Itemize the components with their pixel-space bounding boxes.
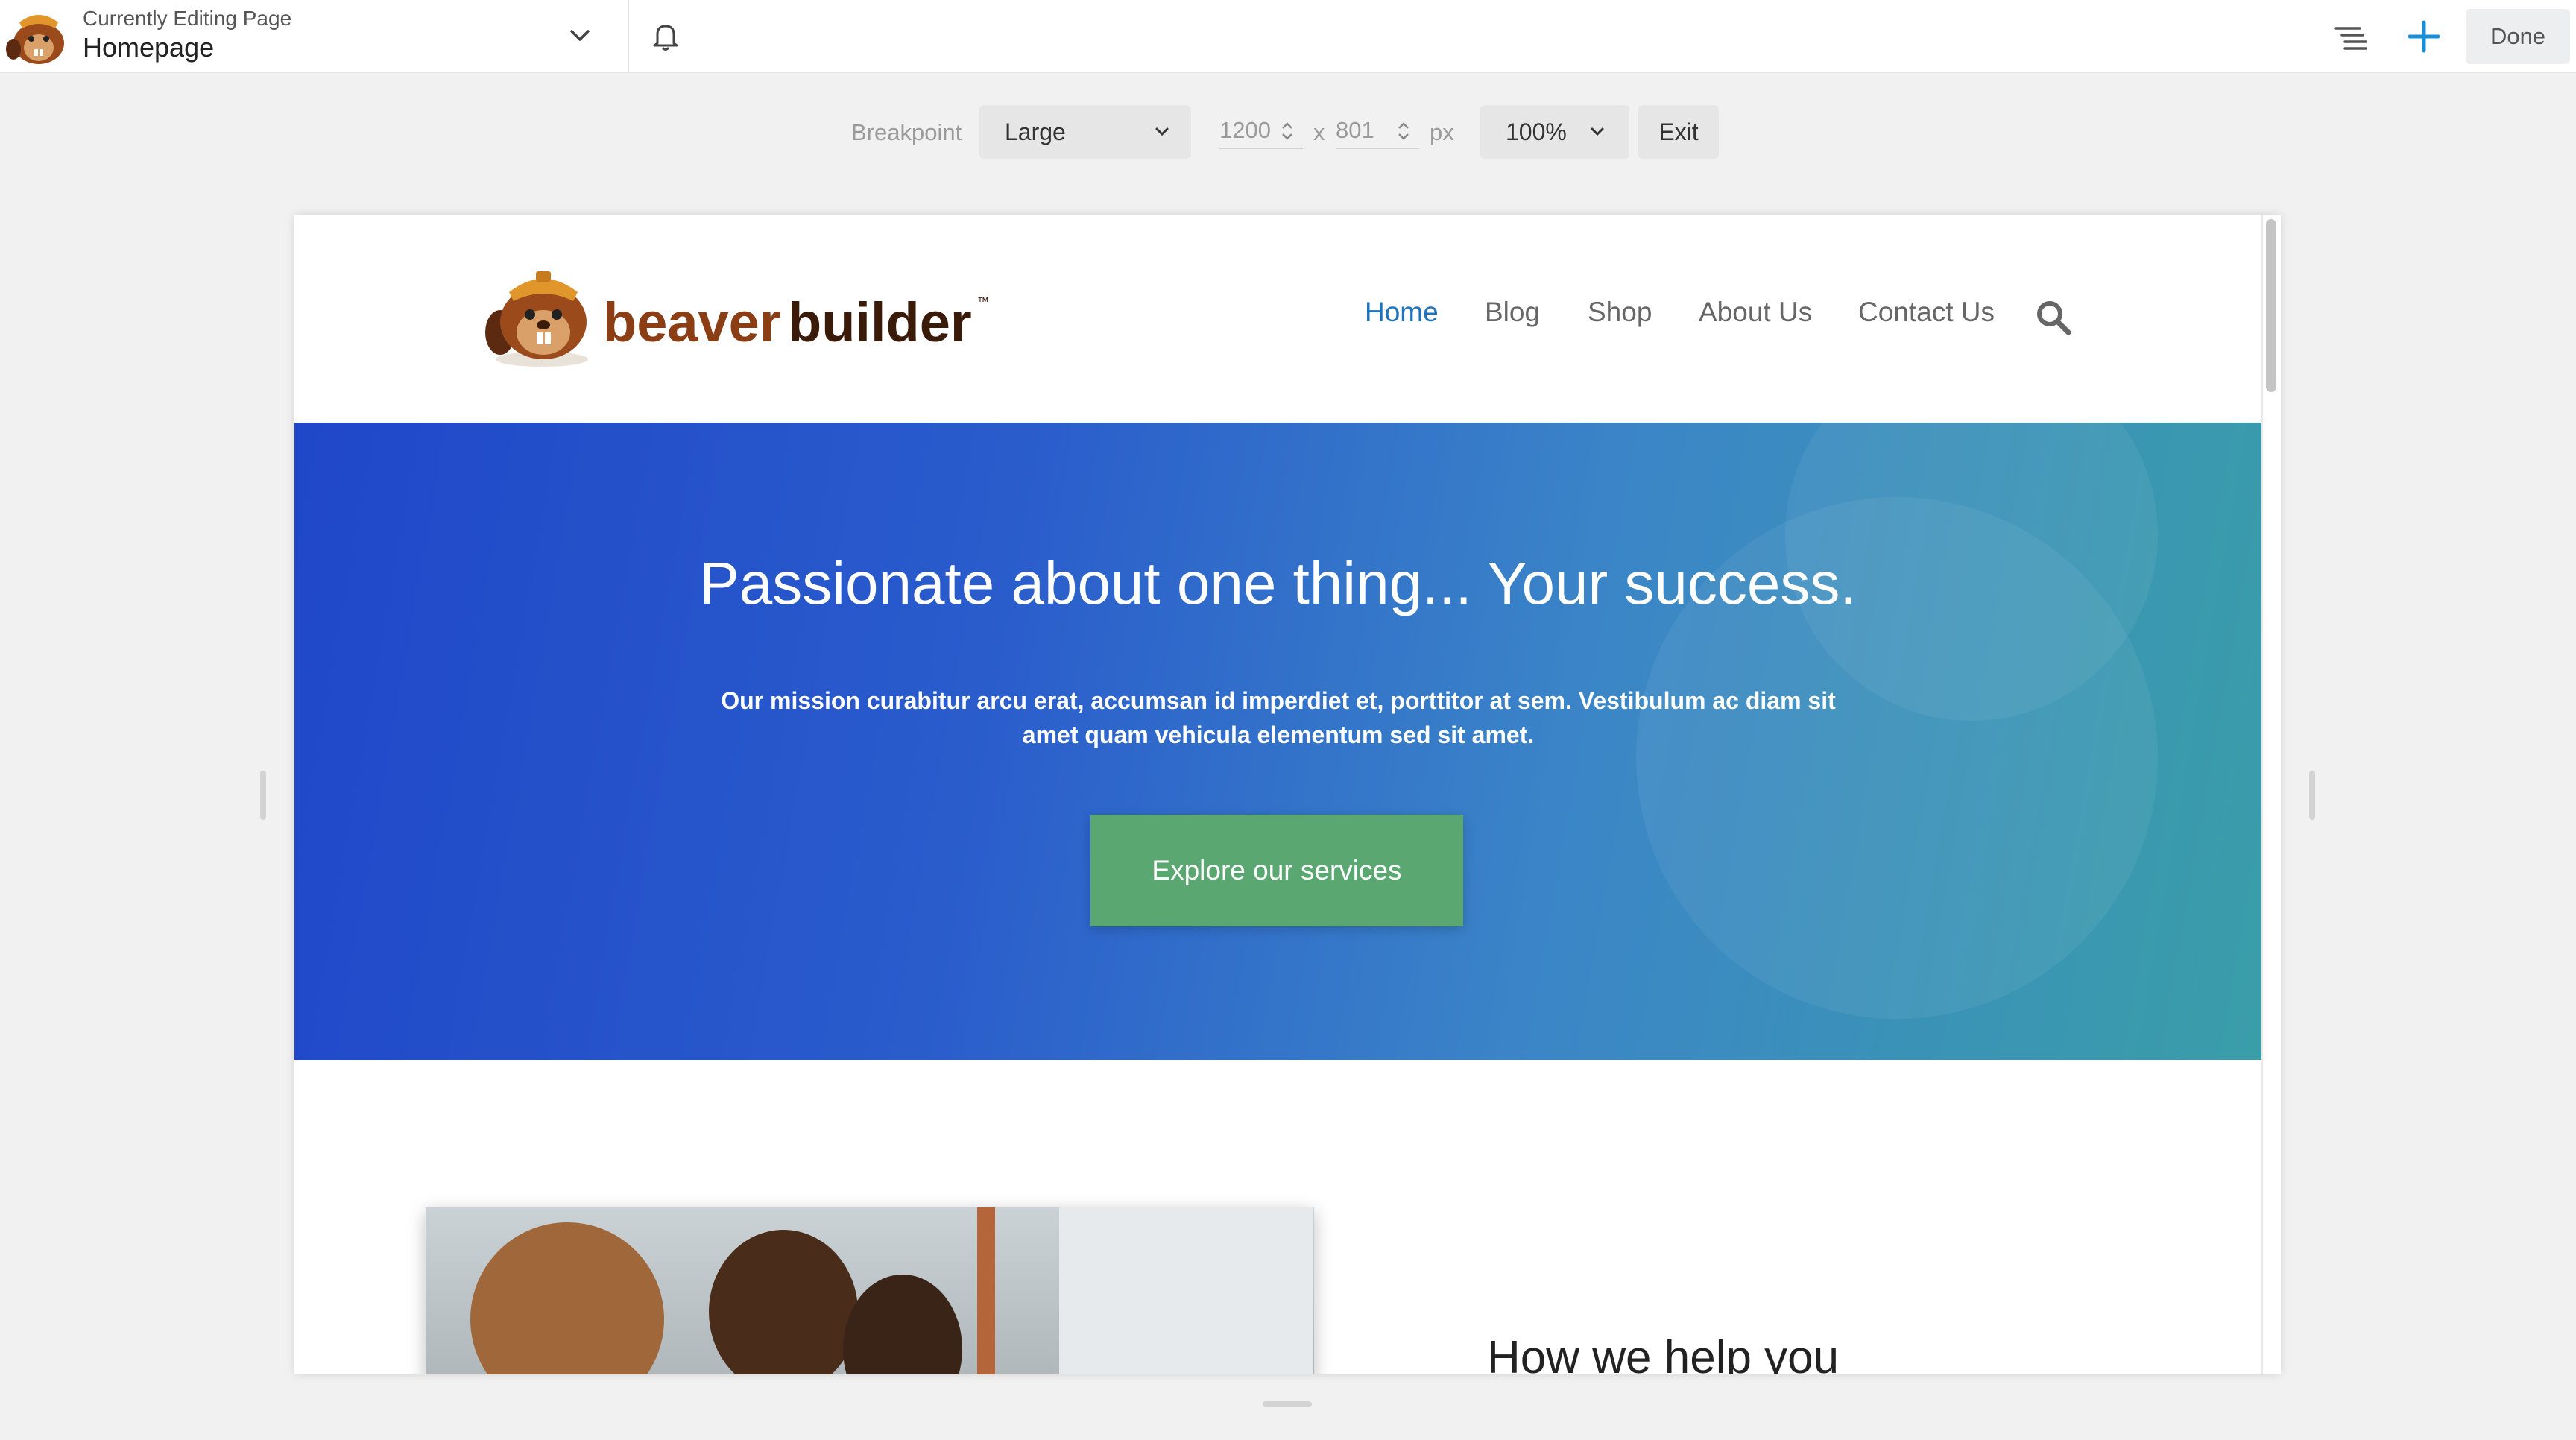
nav-contact-us[interactable]: Contact Us [1858,297,1995,328]
logo-text-builder: builder [788,291,972,353]
divider [628,0,629,72]
resize-handle-left[interactable] [260,771,266,820]
chevron-down-icon[interactable] [566,22,593,49]
width-input[interactable]: 1200 [1219,113,1303,149]
photo-figure [709,1230,858,1374]
photo-figure [470,1222,664,1374]
photo-figure [843,1275,962,1374]
height-input[interactable]: 801 [1336,113,1419,149]
nav-home[interactable]: Home [1365,297,1439,328]
beaver-logo-icon[interactable] [4,6,72,67]
site-logo[interactable]: beaver builder ™ [481,261,1003,371]
resize-handle-bottom[interactable] [1263,1401,1312,1407]
team-photo [426,1207,1314,1374]
hero-section: Passionate about one thing... Your succe… [294,423,2261,1060]
unit-label: px [1430,119,1454,145]
explore-services-button[interactable]: Explore our services [1090,815,1463,926]
chevron-down-icon [1155,127,1169,136]
page-preview-canvas[interactable]: beaver builder ™ Home Blog Shop About Us… [294,215,2281,1374]
page-switcher[interactable]: Currently Editing Page Homepage [83,6,291,64]
done-button[interactable]: Done [2466,9,2570,64]
plus-icon[interactable] [2405,18,2443,55]
zoom-select[interactable]: 100% [1480,105,1629,159]
width-value: 1200 [1219,117,1271,143]
top-bar: Currently Editing Page Homepage Done [0,0,2576,73]
stepper-icon[interactable] [1279,118,1295,145]
outline-icon[interactable] [2333,19,2369,55]
search-icon[interactable] [2036,300,2071,335]
nav-blog[interactable]: Blog [1485,297,1540,328]
height-value: 801 [1336,117,1374,143]
nav-about-us[interactable]: About Us [1699,297,1812,328]
scrollbar-thumb[interactable] [2266,219,2276,392]
page-title: Homepage [83,32,215,63]
logo-text-beaver: beaver [603,291,781,353]
resize-handle-right[interactable] [2309,771,2315,820]
zoom-value: 100% [1506,118,1567,145]
chevron-down-icon [1591,127,1604,136]
breakpoint-select[interactable]: Large [979,105,1191,159]
canvas-scrollbar[interactable] [2261,215,2281,1374]
stepper-icon[interactable] [1395,118,1412,145]
breakpoint-label: Breakpoint [851,119,962,145]
photo-frame [977,1207,995,1374]
bell-icon[interactable] [648,19,683,54]
exit-button[interactable]: Exit [1638,105,1719,159]
photo-window [1059,1207,1313,1374]
hero-text: Our mission curabitur arcu erat, accumsa… [721,687,1836,748]
hero-title: Passionate about one thing... Your succe… [699,550,1857,616]
breakpoint-value: Large [1005,118,1066,145]
nav-shop[interactable]: Shop [1588,297,1652,328]
dimension-separator: x [1313,119,1325,145]
editing-label: Currently Editing Page [83,7,292,30]
section-heading: How we help you [1487,1332,1840,1374]
logo-trademark: ™ [977,296,989,309]
